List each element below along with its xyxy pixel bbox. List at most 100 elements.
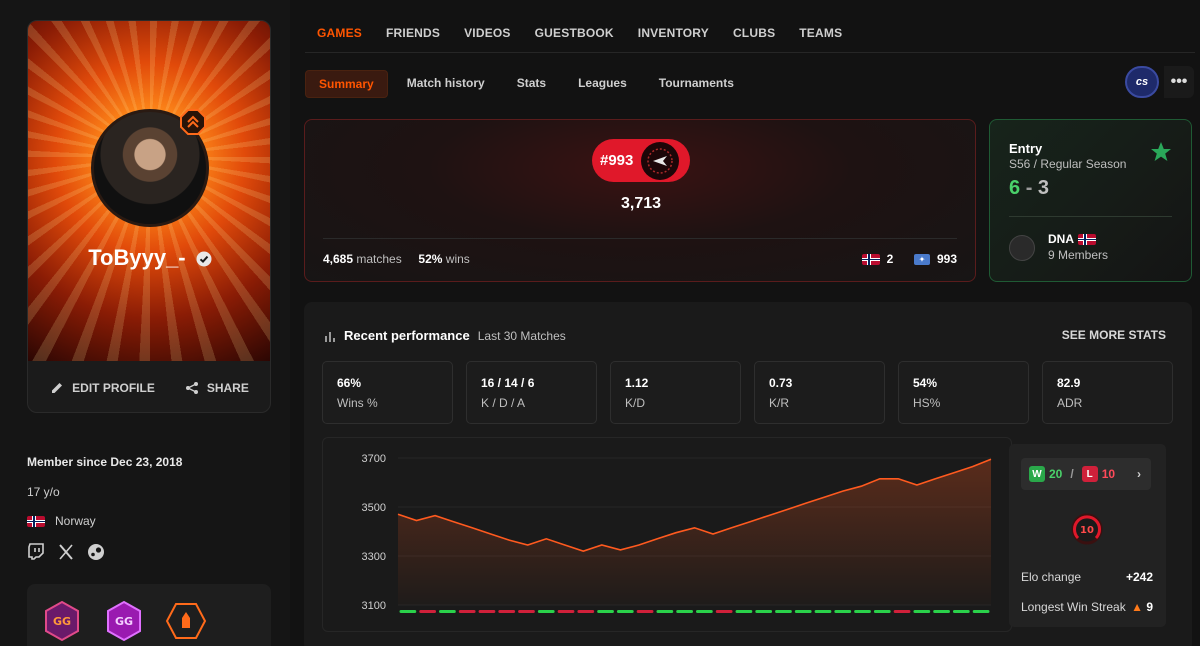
y-tick-label: 3700 — [362, 453, 386, 465]
loss-marker — [893, 610, 911, 613]
country: Norway — [55, 514, 96, 528]
elo-change-label: Elo change — [1021, 570, 1082, 584]
norway-flag-icon — [27, 515, 45, 527]
tab-clubs[interactable]: CLUBS — [721, 18, 787, 50]
share-button[interactable]: SHARE — [185, 381, 249, 395]
team-divider — [1009, 216, 1172, 217]
x-twitter-icon[interactable] — [57, 543, 75, 561]
y-tick-label: 3500 — [362, 502, 386, 514]
y-tick-label: 3300 — [362, 551, 386, 563]
win-marker — [439, 610, 456, 613]
loss-marker — [498, 610, 516, 613]
norway-flag-icon — [1078, 233, 1096, 245]
team-season: S56 / Regular Season — [1009, 157, 1127, 171]
performance-header: Recent performance Last 30 Matches — [324, 328, 566, 343]
match-summary-panel: W 20 / L 10 › 10 Elo change +242 Longest… — [1009, 444, 1166, 627]
member-since: Member since Dec 23, 2018 — [27, 455, 183, 469]
win-marker — [735, 610, 753, 613]
record-separator: - — [1025, 177, 1033, 199]
tab-videos[interactable]: VIDEOS — [452, 18, 523, 50]
europe-region-icon: ✦ — [913, 253, 930, 265]
stat-adr: 82.9 ADR — [1042, 361, 1173, 424]
stat-kr: 0.73 K/R — [754, 361, 885, 424]
level-badge-icon — [180, 109, 206, 135]
loss-count: 10 — [1101, 467, 1116, 481]
badges-box: GG GG — [27, 584, 271, 646]
skill-level-value: 10 — [1080, 525, 1094, 536]
tabs-divider — [305, 52, 1195, 53]
win-streak-label: Longest Win Streak — [1021, 600, 1126, 614]
y-tick-label: 3100 — [362, 600, 386, 612]
win-streak-row: Longest Win Streak ▲ 9 — [1021, 600, 1153, 614]
steam-icon[interactable] — [87, 543, 105, 561]
win-marker — [616, 610, 634, 613]
twitch-icon[interactable] — [27, 543, 45, 561]
elo-divider — [323, 238, 957, 239]
elo-change-value: +242 — [1125, 570, 1153, 584]
win-marker — [676, 610, 693, 613]
fire-icon: ▲ — [1131, 600, 1143, 614]
team-logo — [1009, 235, 1035, 261]
team-name-row: DNA — [1048, 232, 1096, 246]
win-loss-separator: / — [1070, 467, 1074, 481]
loss-marker — [518, 610, 535, 613]
stat-label: K/D — [625, 396, 646, 410]
win-marker — [854, 610, 871, 613]
region-rank: 993 — [936, 252, 957, 266]
loss-marker — [715, 610, 733, 613]
bar-chart-icon — [325, 331, 335, 342]
share-icon — [185, 381, 198, 394]
matches-label: matches — [356, 252, 402, 266]
social-links — [27, 543, 105, 561]
win-marker — [794, 610, 812, 613]
tab-games[interactable]: GAMES — [305, 18, 374, 50]
team-role: Entry — [1009, 141, 1043, 156]
subtab-stats[interactable]: Stats — [504, 70, 559, 98]
profile-sidebar: ToByyy_- EDIT PROFILE SHARE Member since… — [0, 0, 290, 646]
svg-text:GG: GG — [115, 615, 133, 628]
loss-marker — [577, 610, 595, 613]
win-marker — [933, 610, 950, 613]
cs-game-icon: cs — [1135, 76, 1149, 88]
win-marker — [913, 610, 931, 613]
see-more-stats-link[interactable]: SEE MORE STATS — [1062, 328, 1166, 342]
subtab-leagues[interactable]: Leagues — [565, 70, 640, 98]
win-marker — [775, 610, 792, 613]
stat-label: HS% — [913, 396, 941, 410]
1k-badge-icon[interactable] — [165, 600, 207, 642]
gg25-badge-icon[interactable]: GG — [41, 600, 83, 642]
country-row: Norway — [27, 514, 96, 528]
stat-label: ADR — [1057, 396, 1083, 410]
stat-kd: 1.12 K/D — [610, 361, 741, 424]
country-rank: 2 — [886, 252, 894, 266]
win-marker — [537, 610, 555, 613]
stat-value: 82.9 — [1057, 376, 1081, 390]
win-marker — [952, 610, 970, 613]
game-selector-button[interactable]: cs — [1125, 66, 1159, 98]
gg24-badge-icon[interactable]: GG — [103, 600, 145, 642]
team-card[interactable]: Entry S56 / Regular Season 6 - 3 DNA 9 M… — [989, 119, 1192, 282]
win-marker — [814, 610, 832, 613]
skill-level-gauge: 10 — [1071, 513, 1103, 545]
subtab-summary[interactable]: Summary — [305, 70, 388, 98]
tab-teams[interactable]: TEAMS — [787, 18, 854, 50]
username-text: ToByyy_- — [88, 245, 186, 270]
subtab-tournaments[interactable]: Tournaments — [646, 70, 747, 98]
subtab-match-history[interactable]: Match history — [394, 70, 498, 98]
more-options-button[interactable]: ••• — [1164, 66, 1194, 98]
tab-guestbook[interactable]: GUESTBOOK — [523, 18, 626, 50]
tab-friends[interactable]: FRIENDS — [374, 18, 452, 50]
elo-stats: 4,685 matches 52% wins — [323, 252, 470, 266]
main-tabs: GAMES FRIENDS VIDEOS GUESTBOOK INVENTORY… — [305, 18, 854, 50]
loss-marker — [636, 610, 654, 613]
chevron-right-icon: › — [1137, 467, 1141, 481]
tab-inventory[interactable]: INVENTORY — [626, 18, 721, 50]
share-label: SHARE — [206, 380, 249, 395]
win-marker — [755, 610, 773, 613]
win-loss-toggle[interactable]: W 20 / L 10 › — [1021, 458, 1151, 490]
edit-profile-button[interactable]: EDIT PROFILE — [51, 381, 155, 395]
stat-value: 54% — [913, 376, 938, 390]
edit-profile-label: EDIT PROFILE — [72, 380, 155, 395]
elo-chart: 3700 3500 3300 3100 — [322, 437, 1012, 632]
matches-count: 4,685 — [323, 252, 354, 266]
